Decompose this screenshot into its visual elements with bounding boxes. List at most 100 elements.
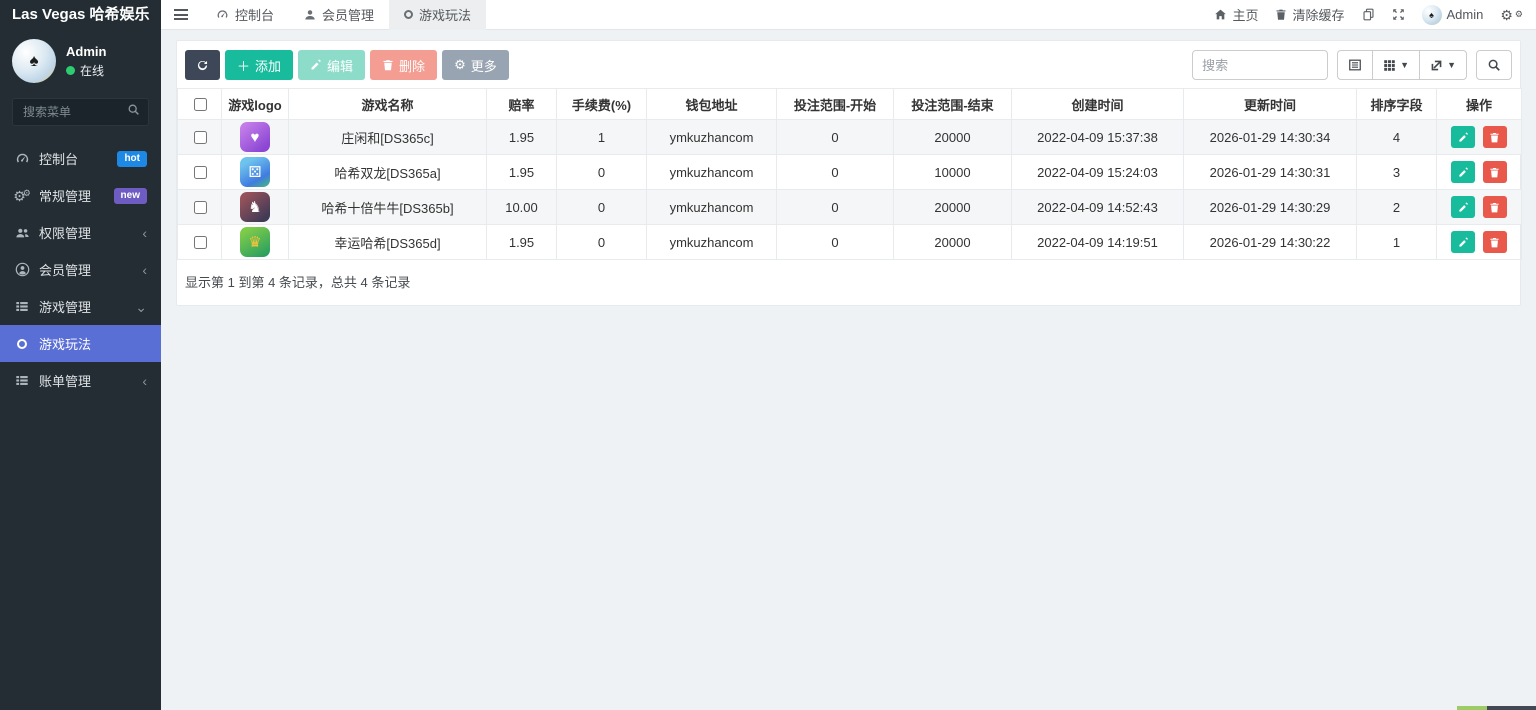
circle-icon [404, 10, 413, 19]
user-icon [304, 9, 316, 21]
data-card: ＋ 添加 编辑 删除 ⚙ 更多 [176, 40, 1521, 306]
sidebar-item-billing[interactable]: 账单管理 ‹ [0, 362, 161, 399]
cell-game-name: 哈希十倍牛牛[DS365b] [289, 190, 487, 225]
table-search-input[interactable] [1192, 50, 1328, 80]
docs-button[interactable] [1362, 8, 1375, 21]
column-header-fee: 手续费(%) [557, 89, 647, 120]
add-label: 添加 [255, 56, 281, 75]
cell-created: 2022-04-09 15:24:03 [1012, 155, 1184, 190]
sidebar-item-games[interactable]: 游戏管理 ⌄ [0, 288, 161, 325]
clear-cache-button[interactable]: 清除缓存 [1275, 5, 1344, 24]
chevron-left-icon: ‹ [142, 226, 147, 240]
fullscreen-button[interactable] [1392, 8, 1405, 21]
avatar [1422, 5, 1442, 25]
tab-members[interactable]: 会员管理 [289, 0, 389, 30]
sidebar-item-label: 会员管理 [39, 260, 91, 279]
column-header-name: 游戏名称 [289, 89, 487, 120]
cell-wallet: ymkuzhancom [647, 225, 777, 260]
row-edit-button[interactable] [1451, 231, 1475, 253]
table-toolbar: ＋ 添加 编辑 删除 ⚙ 更多 [177, 41, 1520, 88]
column-header-bet-end: 投注范围-结束 [894, 89, 1012, 120]
sidebar-item-permissions[interactable]: 权限管理 ‹ [0, 214, 161, 251]
delete-button[interactable]: 删除 [370, 50, 437, 80]
game-logo: ♛ [240, 227, 270, 257]
row-edit-button[interactable] [1451, 126, 1475, 148]
cell-wallet: ymkuzhancom [647, 190, 777, 225]
column-header-actions: 操作 [1437, 89, 1522, 120]
sidebar-search-input[interactable] [21, 104, 127, 120]
search-button[interactable] [1476, 50, 1512, 80]
users-icon [14, 226, 30, 240]
pencil-icon [1458, 237, 1469, 248]
table-row: ⚄ 哈希双龙[DS365a] 1.95 0 ymkuzhancom 0 1000… [178, 155, 1522, 190]
card-view-button[interactable] [1337, 50, 1373, 80]
sidebar-item-label: 控制台 [39, 149, 78, 168]
sidebar-item-members[interactable]: 会员管理 ‹ [0, 251, 161, 288]
export-icon [1430, 59, 1443, 72]
columns-button[interactable]: ▼ [1372, 50, 1420, 80]
chevron-down-icon: ⌄ [135, 300, 147, 314]
cell-bet-start: 0 [777, 225, 894, 260]
cell-odds: 1.95 [487, 120, 557, 155]
row-edit-button[interactable] [1451, 196, 1475, 218]
more-button[interactable]: ⚙ 更多 [442, 50, 509, 80]
cell-updated: 2026-01-29 14:30:34 [1184, 120, 1357, 155]
cell-updated: 2026-01-29 14:30:31 [1184, 155, 1357, 190]
row-delete-button[interactable] [1483, 196, 1507, 218]
cell-updated: 2026-01-29 14:30:22 [1184, 225, 1357, 260]
column-header-bet-start: 投注范围-开始 [777, 89, 894, 120]
row-delete-button[interactable] [1483, 231, 1507, 253]
fullscreen-icon [1392, 8, 1405, 21]
cell-fee: 0 [557, 155, 647, 190]
user-icon [14, 262, 30, 277]
select-all-checkbox[interactable] [194, 98, 207, 111]
chevron-left-icon: ‹ [142, 374, 147, 388]
settings-button[interactable]: ⚙⚙ [1500, 8, 1523, 22]
sidebar-item-gameplay[interactable]: 游戏玩法 [0, 325, 161, 362]
games-table: 游戏logo 游戏名称 赔率 手续费(%) 钱包地址 投注范围-开始 投注范围-… [177, 88, 1522, 260]
topbar-user-label: Admin [1447, 7, 1484, 22]
row-checkbox[interactable] [194, 236, 207, 249]
trash-icon [1275, 8, 1287, 21]
hot-badge: hot [117, 151, 147, 167]
export-button[interactable]: ▼ [1419, 50, 1467, 80]
user-panel: Admin 在线 [0, 30, 161, 94]
tab-label: 游戏玩法 [419, 5, 471, 24]
sidebar-item-general[interactable]: ⚙⚙ 常规管理 new [0, 177, 161, 214]
cell-game-name: 哈希双龙[DS365a] [289, 155, 487, 190]
edit-button[interactable]: 编辑 [298, 50, 365, 80]
cell-created: 2022-04-09 14:52:43 [1012, 190, 1184, 225]
cell-fee: 0 [557, 225, 647, 260]
add-button[interactable]: ＋ 添加 [225, 50, 293, 80]
row-delete-button[interactable] [1483, 126, 1507, 148]
hamburger-menu-icon[interactable] [161, 9, 201, 20]
list-icon [14, 300, 30, 313]
app-root: Las Vegas 哈希娱乐 Admin 在线 控制台 [0, 0, 1536, 710]
cell-fee: 0 [557, 190, 647, 225]
trash-icon [1489, 237, 1500, 248]
row-checkbox[interactable] [194, 131, 207, 144]
dashboard-icon [216, 8, 229, 21]
docs-icon [1362, 8, 1375, 21]
sidebar-item-dashboard[interactable]: 控制台 hot [0, 140, 161, 177]
home-button[interactable]: 主页 [1214, 5, 1258, 24]
cell-actions [1437, 120, 1522, 155]
refresh-icon [196, 59, 209, 72]
row-checkbox[interactable] [194, 201, 207, 214]
cogs-icon: ⚙⚙ [14, 189, 30, 203]
tab-gameplay[interactable]: 游戏玩法 [389, 0, 486, 30]
row-edit-button[interactable] [1451, 161, 1475, 183]
tab-label: 会员管理 [322, 5, 374, 24]
topbar-right: 主页 清除缓存 Admin ⚙⚙ [1214, 5, 1536, 25]
columns-icon [1383, 59, 1396, 72]
row-checkbox[interactable] [194, 166, 207, 179]
tab-dashboard[interactable]: 控制台 [201, 0, 289, 30]
row-delete-button[interactable] [1483, 161, 1507, 183]
cell-actions [1437, 155, 1522, 190]
cell-wallet: ymkuzhancom [647, 155, 777, 190]
sidebar-item-label: 游戏管理 [39, 297, 91, 316]
refresh-button[interactable] [185, 50, 220, 80]
column-header-logo: 游戏logo [222, 89, 289, 120]
home-label: 主页 [1232, 5, 1258, 24]
topbar-user[interactable]: Admin [1422, 5, 1484, 25]
